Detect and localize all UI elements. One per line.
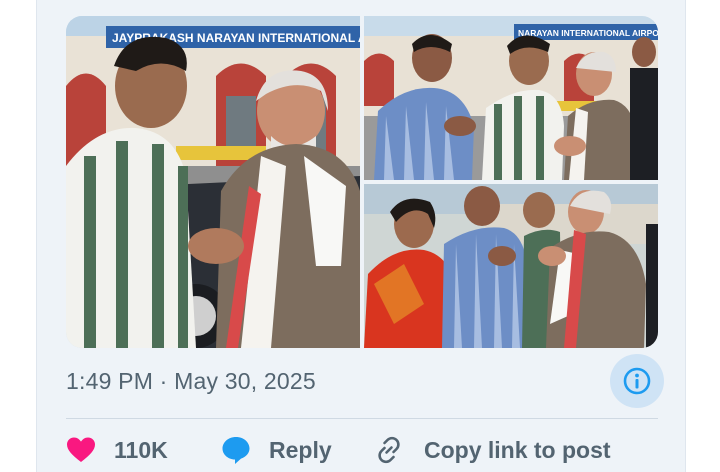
- page: JAYPRAKASH NARAYAN INTERNATIONAL AIRPORT: [0, 0, 720, 472]
- photo-3[interactable]: [364, 184, 658, 348]
- link-icon: [378, 436, 400, 464]
- heart-icon: [67, 437, 95, 462]
- post-meta-row: 1:49 PM · May 30, 2025: [66, 354, 664, 408]
- reply-label: Reply: [269, 436, 332, 463]
- copy-link-label: Copy link to post: [424, 436, 611, 463]
- photo-1[interactable]: JAYPRAKASH NARAYAN INTERNATIONAL AIRPORT: [66, 16, 360, 348]
- photo-3-image: [364, 184, 658, 348]
- action-bar: 110K Reply Copy link to post: [66, 428, 666, 472]
- info-icon: [623, 367, 651, 395]
- photo-2[interactable]: NARAYAN INTERNATIONAL AIRPORT: [364, 16, 658, 180]
- media-grid: JAYPRAKASH NARAYAN INTERNATIONAL AIRPORT: [66, 16, 658, 348]
- copy-link-button[interactable]: Copy link to post: [374, 428, 611, 472]
- post-timestamp[interactable]: 1:49 PM · May 30, 2025: [66, 368, 316, 395]
- like-button[interactable]: 110K: [66, 428, 221, 472]
- divider: [66, 418, 658, 419]
- info-button[interactable]: [610, 354, 664, 408]
- post-card: JAYPRAKASH NARAYAN INTERNATIONAL AIRPORT: [36, 0, 686, 472]
- airport-sign-2: NARAYAN INTERNATIONAL AIRPORT: [518, 28, 658, 38]
- photo-2-image: NARAYAN INTERNATIONAL AIRPORT: [364, 16, 658, 180]
- speech-bubble-icon: [222, 437, 250, 464]
- photo-1-image: JAYPRAKASH NARAYAN INTERNATIONAL AIRPORT: [66, 16, 360, 348]
- reply-button[interactable]: Reply: [221, 428, 374, 472]
- like-count: 110K: [114, 436, 168, 463]
